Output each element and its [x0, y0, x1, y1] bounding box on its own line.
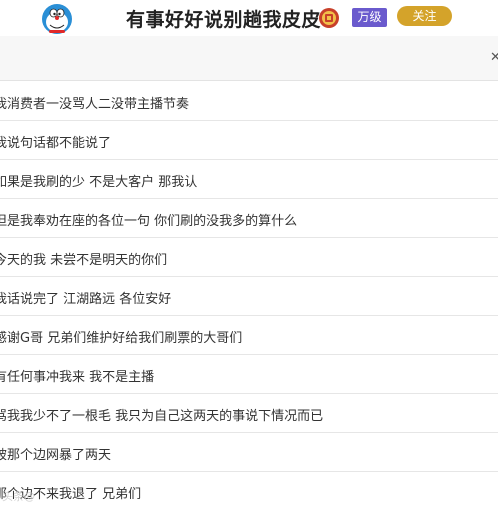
list-item[interactable]: 但是我奉劝在座的各位一句 你们刷的没我多的算什么 — [0, 199, 498, 238]
list-item[interactable]: 被那个边网暴了两天 — [0, 433, 498, 472]
list-item-text: 我说句话都不能说了 — [0, 136, 112, 151]
list-item-text: 感谢G哥 兄弟们维护好给我们刷票的大哥们 — [0, 331, 243, 346]
list-item[interactable]: 骂我我少不了一根毛 我只为自己这两天的事说下情况而已 — [0, 394, 498, 433]
list-item[interactable]: 今天的我 未尝不是明天的你们 — [0, 238, 498, 277]
header-bar: 有事好好说别趟我皮皮 万级 关注 — [0, 0, 498, 36]
list-item[interactable]: 感谢G哥 兄弟们维护好给我们刷票的大哥们 — [0, 316, 498, 355]
list-item[interactable]: 我话说完了 江湖路远 各位安好 — [0, 277, 498, 316]
list-item-text: 骂我我少不了一根毛 我只为自己这两天的事说下情况而已 — [0, 409, 324, 424]
level-badge: 万级 — [352, 8, 387, 27]
close-icon[interactable]: ✕ — [490, 50, 498, 65]
toolbar-strip: ✕ — [0, 36, 498, 81]
list-item[interactable]: 有任何事冲我来 我不是主播 — [0, 355, 498, 394]
page-title: 有事好好说别趟我皮皮 — [126, 9, 322, 31]
list-item-text: 如果是我刷的少 不是大客户 那我认 — [0, 175, 198, 190]
medal-badge-icon — [319, 8, 339, 28]
follow-button[interactable]: 关注 — [397, 6, 452, 26]
list-item-text: 被那个边网暴了两天 — [0, 448, 112, 463]
list-item[interactable]: 那个边不来我退了 兄弟们 — [0, 472, 498, 507]
list-item-text: 但是我奉劝在座的各位一句 你们刷的没我多的算什么 — [0, 214, 298, 229]
message-list: 我消费者一没骂人二没带主播节奏 我说句话都不能说了 如果是我刷的少 不是大客户 … — [0, 82, 498, 507]
list-item[interactable]: 我说句话都不能说了 — [0, 121, 498, 160]
list-item[interactable]: 如果是我刷的少 不是大客户 那我认 — [0, 160, 498, 199]
doraemon-avatar-icon[interactable] — [40, 3, 74, 35]
page: 有事好好说别趟我皮皮 万级 关注 ✕ 我消费者一没骂人二没带主播节奏 我说句话都… — [0, 0, 498, 507]
list-item-text: 今天的我 未尝不是明天的你们 — [0, 253, 168, 268]
list-item-text: 有任何事冲我来 我不是主播 — [0, 370, 155, 385]
watermark: 头条@ — [2, 490, 35, 503]
list-item-text: 我消费者一没骂人二没带主播节奏 — [0, 97, 190, 112]
list-item[interactable]: 我消费者一没骂人二没带主播节奏 — [0, 82, 498, 121]
list-item-text: 我话说完了 江湖路远 各位安好 — [0, 292, 172, 307]
